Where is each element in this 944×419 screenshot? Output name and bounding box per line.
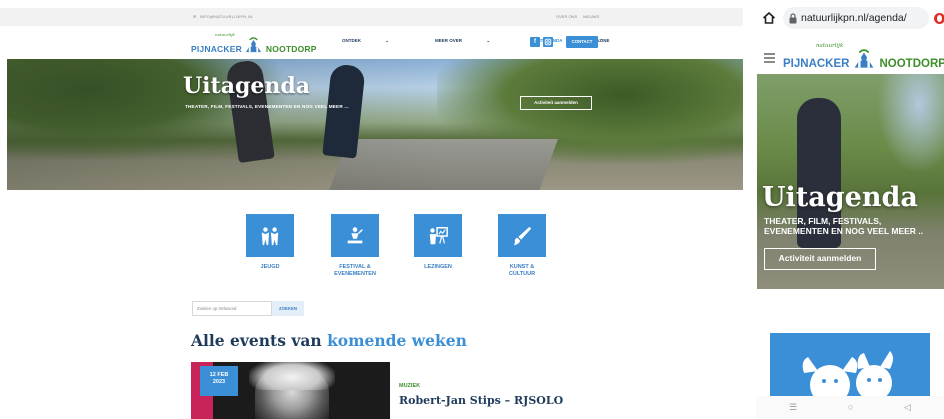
mobile-header: natuurlijk PIJNACKER NOOTDORP (756, 36, 944, 74)
logo-figures-icon (245, 37, 261, 53)
lecture-icon (414, 214, 462, 257)
hamburger-menu-icon[interactable] (764, 53, 775, 63)
browser-menu-icon[interactable] (934, 13, 944, 24)
category-jeugd[interactable]: JEUGD (246, 214, 294, 271)
mobile-activiteit-aanmelden-button[interactable]: Activiteit aanmelden (764, 248, 876, 270)
facebook-icon[interactable]: f (530, 37, 540, 47)
logo-text-right: NOOTDORP (265, 44, 317, 54)
paintbrush-icon (498, 214, 546, 257)
performer-icon (331, 214, 379, 257)
email-link[interactable]: INFO@NATUURLIJKPN.NL (193, 14, 254, 19)
browser-url-bar: natuurlijkpn.nl/agenda/ (756, 0, 944, 36)
event-image-hair (249, 362, 335, 390)
screenshot-root: INFO@NATUURLIJKPN.NL OVER ONS NIEUWS nat… (0, 0, 944, 419)
menu-item-ontdek[interactable]: ONTDEK ⌄ (342, 38, 412, 44)
category-label: LEZINGEN (424, 264, 452, 270)
main-navbar: natuurlijk PIJNACKER NOOTDORP ONTDEK ⌄ M… (0, 26, 743, 59)
contact-button[interactable]: CONTACT (566, 36, 598, 48)
site-logo[interactable]: natuurlijk PIJNACKER NOOTDORP (191, 32, 317, 54)
category-label: KUNST & CULTUUR (508, 264, 536, 277)
events-heading: Alle events van komende weken (191, 331, 467, 350)
children-icon (246, 214, 294, 257)
mobile-page: natuurlijkpn.nl/agenda/ natuurlijk PIJNA… (756, 0, 944, 419)
search-form: Zoeken op trefwoord ZOEKEN (192, 301, 312, 316)
back-icon[interactable]: ◁ (904, 402, 911, 413)
mobile-hero-sky (877, 74, 944, 174)
hero-shade (7, 59, 743, 190)
logo-tagline: natuurlijk (816, 43, 844, 49)
over-ons-link[interactable]: OVER ONS (556, 14, 577, 19)
category-kunst-cultuur[interactable]: KUNST & CULTUUR (498, 214, 546, 277)
hero-title: Uitagenda (183, 73, 310, 99)
category-festival-evenementen[interactable]: FESTIVAL & EVENEMENTEN (331, 214, 379, 277)
menu-label: MEER OVER (435, 38, 463, 43)
mobile-hero-title: Uitagenda (762, 182, 918, 213)
search-input[interactable]: Zoeken op trefwoord (192, 301, 272, 316)
address-field[interactable]: natuurlijkpn.nl/agenda/ (783, 7, 929, 29)
event-date-day: 12 FEB (209, 372, 229, 378)
hero-banner (7, 59, 743, 190)
logo-tagline: natuurlijk (215, 32, 235, 37)
home-icon[interactable] (762, 11, 776, 25)
logo-figures-icon (855, 49, 874, 68)
events-heading-prefix: Alle events van (191, 331, 328, 350)
top-strip (0, 0, 743, 6)
category-label: JEUGD (260, 264, 280, 270)
address-url: natuurlijkpn.nl/agenda/ (801, 12, 907, 24)
chevron-down-icon: ⌄ (385, 38, 390, 43)
top-bar: INFO@NATUURLIJKPN.NL OVER ONS NIEUWS (0, 8, 743, 26)
events-heading-highlight: komende weken (327, 331, 467, 350)
activiteit-aanmelden-button[interactable]: Activiteit aanmelden (520, 96, 592, 110)
event-date-badge: 12 FEB 2023 (200, 366, 238, 396)
children-icon (802, 351, 893, 396)
event-date-year: 2023 (212, 379, 226, 385)
menu-item-meer-over[interactable]: MEER OVER ⌄ (435, 38, 513, 44)
instagram-icon[interactable] (543, 37, 553, 47)
mobile-hero-subtitle: THEATER, FILM, FESTIVALS, EVENEMENTEN EN… (764, 216, 924, 236)
android-nav-bar: ☰ ○ ◁ (756, 396, 944, 419)
desktop-page: INFO@NATUURLIJKPN.NL OVER ONS NIEUWS nat… (0, 0, 743, 419)
category-lezingen[interactable]: LEZINGEN (414, 214, 462, 271)
recent-apps-icon[interactable]: ☰ (789, 402, 797, 413)
logo-text-right: NOOTDORP (879, 58, 944, 70)
event-title[interactable]: Robert-Jan Stips – RJSOLO (399, 394, 563, 407)
logo-text-left: PIJNACKER (783, 58, 850, 70)
lock-icon (789, 13, 797, 24)
hero-subtitle: THEATER, FILM, FESTIVALS, EVENEMENTEN EN… (185, 104, 349, 109)
top-links: OVER ONS NIEUWS (556, 14, 599, 19)
home-circle-icon[interactable]: ○ (848, 402, 853, 412)
chevron-down-icon: ⌄ (486, 38, 491, 43)
menu-label: ONTDEK (342, 38, 361, 43)
logo-text-left: PIJNACKER (191, 44, 242, 54)
event-category: MUZIEK (399, 383, 421, 389)
mobile-category-jeugd[interactable] (770, 333, 930, 396)
mobile-site-logo[interactable]: natuurlijk PIJNACKER NOOTDORP (783, 43, 944, 70)
nieuws-link[interactable]: NIEUWS (583, 14, 599, 19)
category-label: FESTIVAL & EVENEMENTEN (334, 264, 376, 277)
search-button[interactable]: ZOEKEN (272, 301, 304, 316)
